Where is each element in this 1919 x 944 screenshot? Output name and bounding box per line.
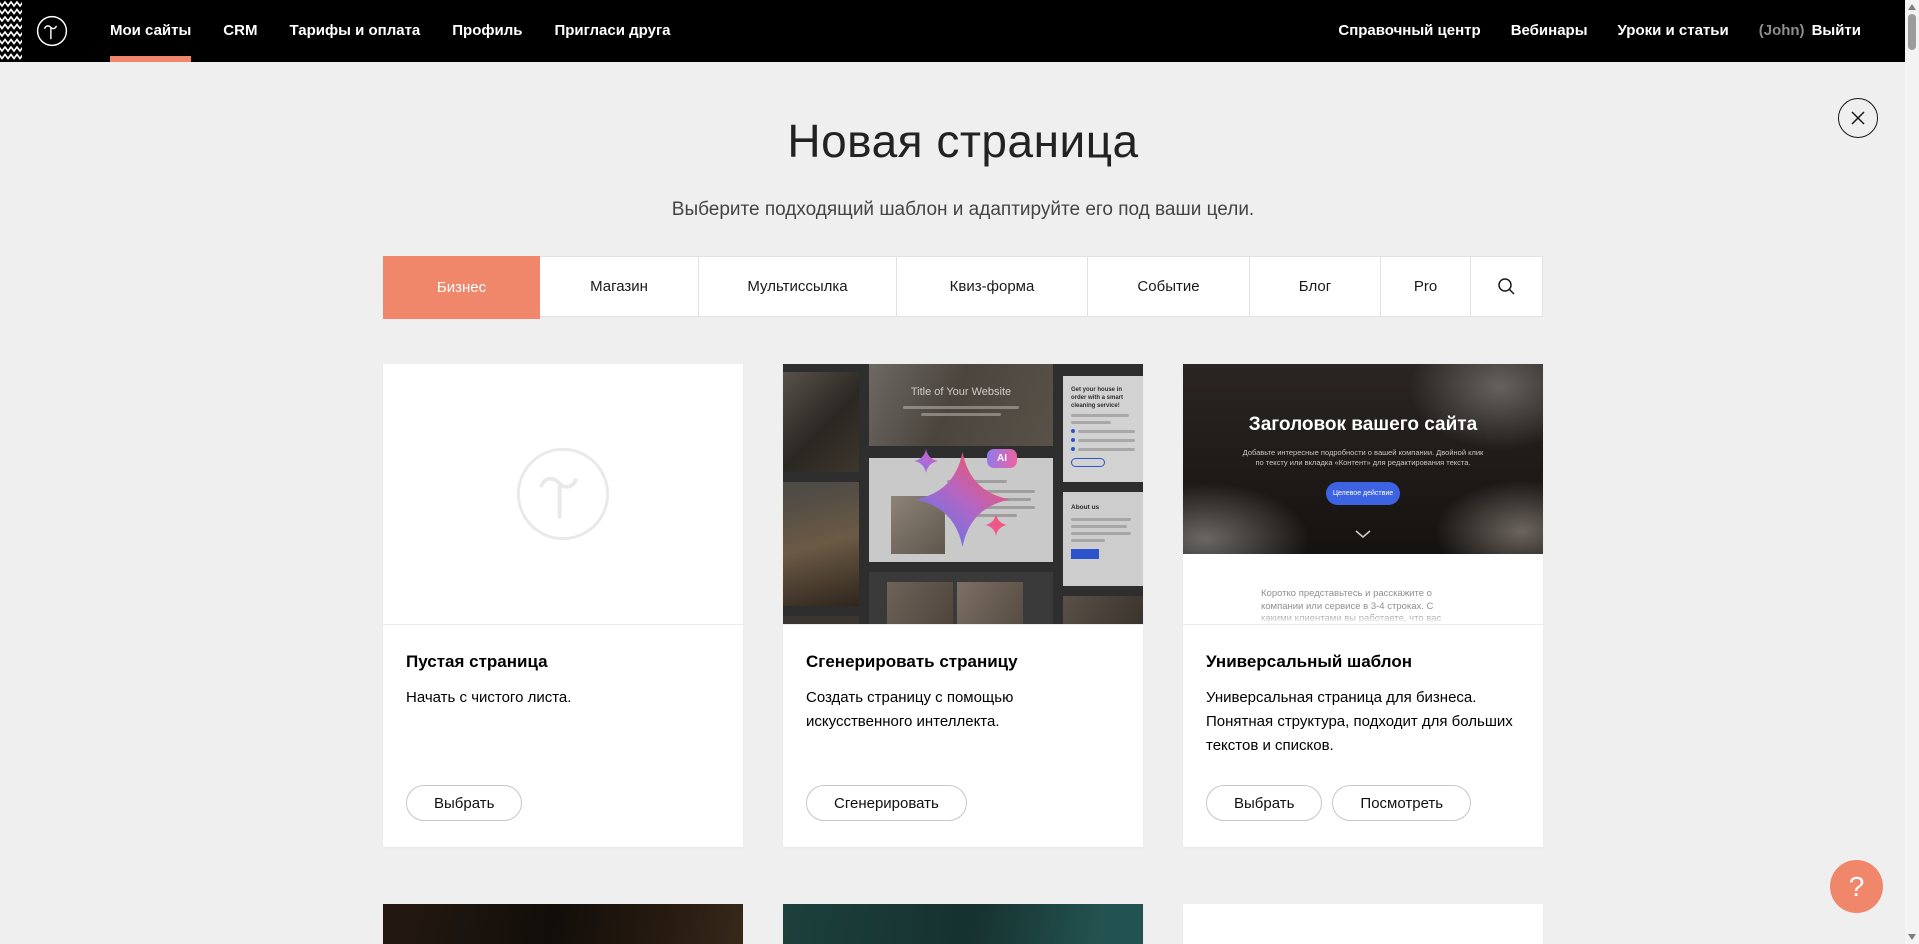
- card-description: Создать страницу с помощью искусственног…: [806, 686, 1120, 734]
- tab-business[interactable]: Бизнес: [383, 256, 540, 319]
- collage-panel-service: Get your house in order with a smart cle…: [1063, 376, 1143, 482]
- card-description: Универсальная страница для бизнеса. Поня…: [1206, 686, 1520, 758]
- chevron-down-icon: [1355, 530, 1371, 538]
- template-card-ai-generate: Title of Your Website Get your hou: [783, 364, 1143, 847]
- collage-hero-title: Title of Your Website: [869, 386, 1053, 398]
- nav-item-profile[interactable]: Профиль: [452, 0, 522, 62]
- nav-item-invite-friend[interactable]: Пригласи друга: [554, 0, 670, 62]
- user-name: (John): [1759, 0, 1805, 62]
- page-title: Новая страница: [383, 114, 1543, 168]
- card-body: Пустая страница Начать с чистого листа. …: [383, 625, 743, 846]
- new-page-dialog: Новая страница Выберите подходящий шабло…: [383, 62, 1543, 944]
- close-button[interactable]: [1838, 98, 1878, 138]
- collage-panel-about: About us: [1063, 492, 1143, 586]
- ai-sparkle-tiny-icon: [985, 514, 1007, 536]
- tab-quiz-form[interactable]: Квиз-форма: [897, 257, 1088, 316]
- choose-blank-button[interactable]: Выбрать: [406, 785, 522, 821]
- card-body: Сгенерировать страницу Создать страницу …: [783, 625, 1143, 846]
- template-hero-subtitle: Добавьте интересные подробности о вашей …: [1238, 448, 1488, 468]
- preview-fade: [1183, 614, 1543, 624]
- nav-item-lessons[interactable]: Уроки и статьи: [1618, 0, 1729, 62]
- tilda-watermark-icon: [515, 446, 611, 542]
- template-card-partial[interactable]: [383, 904, 743, 944]
- template-card-partial[interactable]: [783, 904, 1143, 944]
- template-cards-row-partial: [383, 904, 1543, 944]
- nav-item-crm[interactable]: CRM: [223, 0, 257, 62]
- template-card-universal: Заголовок вашего сайта Добавьте интересн…: [1183, 364, 1543, 847]
- collage-panel-service-title: Get your house in order with a smart cle…: [1071, 386, 1135, 410]
- page-subtitle: Выберите подходящий шаблон и адаптируйте…: [383, 199, 1543, 221]
- ai-badge: AI: [987, 449, 1017, 468]
- scroll-down-arrow[interactable]: [1908, 934, 1916, 940]
- nav-left-menu: Мои сайты CRM Тарифы и оплата Профиль Пр…: [110, 0, 671, 62]
- search-icon: [1497, 277, 1516, 296]
- view-template-button[interactable]: Посмотреть: [1332, 785, 1471, 821]
- template-hero-title: Заголовок вашего сайта: [1183, 414, 1543, 436]
- tilda-logo[interactable]: [36, 15, 68, 47]
- template-category-tabs: Бизнес Магазин Мультиссылка Квиз-форма С…: [383, 256, 1543, 317]
- collage-photo-desk: [783, 372, 859, 472]
- card-description: Начать с чистого листа.: [406, 686, 720, 710]
- tab-pro[interactable]: Pro: [1381, 257, 1471, 316]
- close-icon: [1850, 110, 1866, 126]
- user-menu: (John) Выйти: [1759, 0, 1861, 62]
- scrollbar[interactable]: [1905, 0, 1919, 944]
- tab-multilink[interactable]: Мультиссылка: [699, 257, 897, 316]
- help-button[interactable]: ?: [1830, 860, 1883, 913]
- collage-photo-livingroom: [783, 482, 859, 606]
- generate-button[interactable]: Сгенерировать: [806, 785, 967, 821]
- collage-photo-bottom-right: [1063, 596, 1143, 625]
- collage-about-title: About us: [1071, 504, 1135, 511]
- tab-blog[interactable]: Блог: [1250, 257, 1381, 316]
- card-body: Универсальный шаблон Универсальная стран…: [1183, 625, 1543, 846]
- nav-right-menu: Справочный центр Вебинары Уроки и статьи…: [1338, 0, 1861, 62]
- nav-item-webinars[interactable]: Вебинары: [1511, 0, 1588, 62]
- card-title: Пустая страница: [406, 652, 720, 672]
- template-card-partial[interactable]: [1183, 904, 1543, 944]
- top-nav: Мои сайты CRM Тарифы и оплата Профиль Пр…: [0, 0, 1905, 62]
- tab-shop[interactable]: Магазин: [540, 257, 699, 316]
- tab-search[interactable]: [1471, 257, 1542, 316]
- nav-item-help-center[interactable]: Справочный центр: [1338, 0, 1480, 62]
- nav-item-my-sites[interactable]: Мои сайты: [110, 0, 191, 62]
- collage-hero-tile: Title of Your Website: [869, 364, 1053, 446]
- template-cards-row: Пустая страница Начать с чистого листа. …: [383, 364, 1543, 847]
- universal-template-preview[interactable]: Заголовок вашего сайта Добавьте интересн…: [1183, 364, 1543, 625]
- template-cta-button: Целевое действие: [1326, 482, 1400, 505]
- card-title: Универсальный шаблон: [1206, 652, 1520, 672]
- blank-page-preview[interactable]: [383, 364, 743, 625]
- ai-generate-preview[interactable]: Title of Your Website Get your hou: [783, 364, 1143, 625]
- collage-photo-partial: [783, 616, 859, 625]
- template-hero: Заголовок вашего сайта Добавьте интересн…: [1183, 364, 1543, 554]
- nav-item-tariffs[interactable]: Тарифы и оплата: [289, 0, 420, 62]
- ai-sparkle-small-icon: [914, 449, 938, 473]
- scroll-up-arrow[interactable]: [1908, 4, 1916, 10]
- card-title: Сгенерировать страницу: [806, 652, 1120, 672]
- choose-template-button[interactable]: Выбрать: [1206, 785, 1322, 821]
- template-card-blank-page: Пустая страница Начать с чистого листа. …: [383, 364, 743, 847]
- collage-photo-strip: [869, 572, 1053, 625]
- scrollbar-thumb[interactable]: [1908, 14, 1916, 50]
- tab-event[interactable]: Событие: [1088, 257, 1250, 316]
- logout-link[interactable]: Выйти: [1812, 0, 1861, 62]
- zigzag-decoration: [0, 0, 22, 62]
